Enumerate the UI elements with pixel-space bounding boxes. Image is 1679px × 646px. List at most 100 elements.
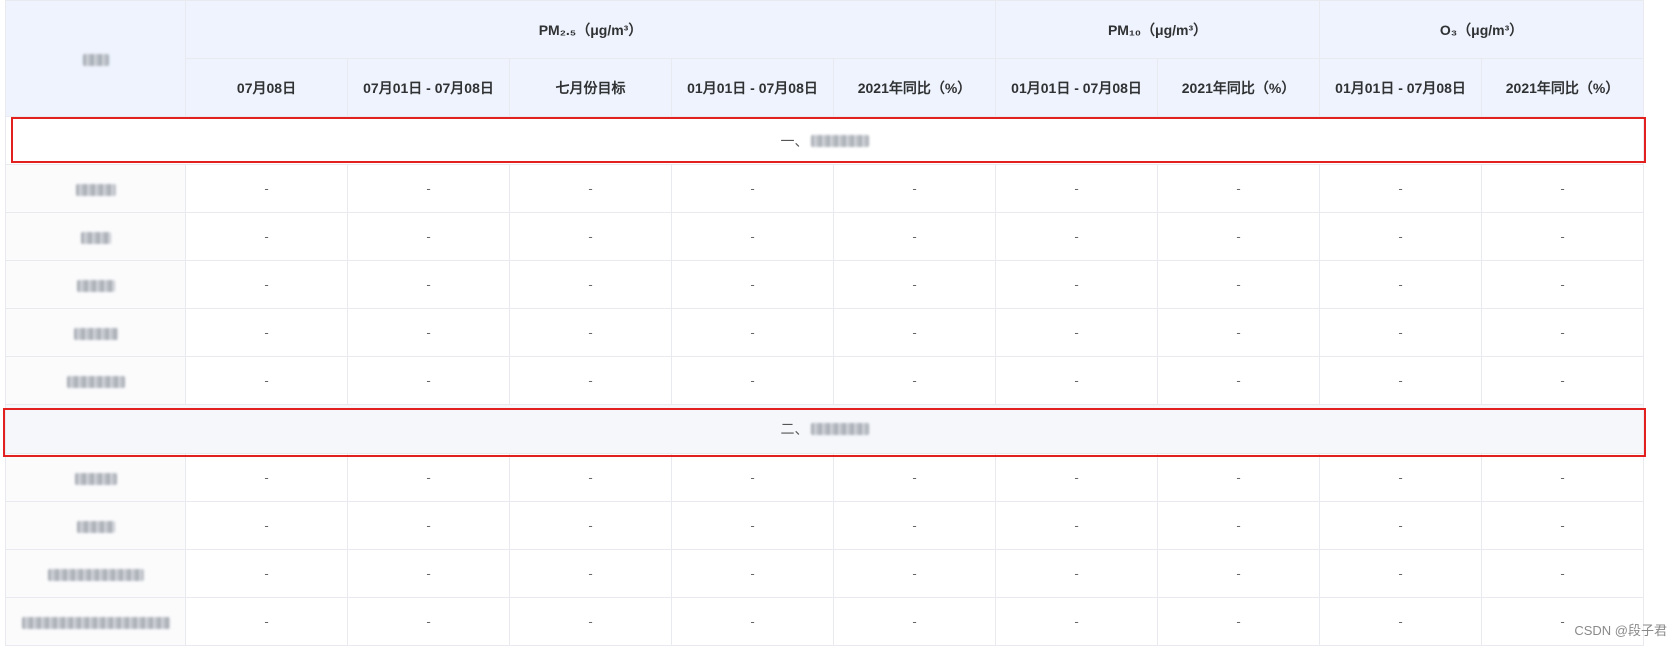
table-cell: - xyxy=(832,308,997,357)
table-cell: - xyxy=(995,549,1159,598)
blurred-row-name xyxy=(75,183,116,196)
table-cell: - xyxy=(1319,356,1483,405)
corner-header xyxy=(5,0,186,117)
table-cell: - xyxy=(832,501,997,550)
row-name-cell xyxy=(5,164,186,213)
table-cell: - xyxy=(185,356,348,405)
table-cell: - xyxy=(185,549,348,598)
table-body: 一、 - - - - - - - - - - - - - - - - - - - - - - - - - - - - - - - - - - - - - -… xyxy=(4,116,1645,646)
blurred-row-name xyxy=(21,616,170,629)
table-cell: - xyxy=(1319,501,1483,550)
table-cell: - xyxy=(1157,549,1321,598)
table-row: --------- xyxy=(5,308,1645,357)
table-cell: - xyxy=(1481,501,1645,550)
column-header: 2021年同比（%） xyxy=(1157,58,1321,117)
group-header-pm25: PM₂.₅（μg/m³） xyxy=(184,0,997,59)
column-header: 七月份目标 xyxy=(509,58,672,117)
table-cell: - xyxy=(995,308,1159,357)
table-cell: - xyxy=(671,356,834,405)
column-header: 2021年同比（%） xyxy=(1481,58,1645,117)
table-cell: - xyxy=(1481,308,1645,357)
table-cell: - xyxy=(671,164,834,213)
table-cell: - xyxy=(1157,501,1321,550)
air-quality-table: PM₂.₅（μg/m³） PM₁₀（μg/m³） O₃（μg/m³） 07月08… xyxy=(4,0,1645,646)
table-cell: - xyxy=(185,453,348,502)
column-header: 07月01日 - 07月08日 xyxy=(347,58,510,117)
row-name-cell xyxy=(5,549,186,598)
table-cell: - xyxy=(347,260,510,309)
table-cell: - xyxy=(832,597,997,646)
table-cell: - xyxy=(509,501,672,550)
table-cell: - xyxy=(832,549,997,598)
blurred-row-name xyxy=(76,279,115,292)
table-cell: - xyxy=(185,164,348,213)
table-cell: - xyxy=(671,260,834,309)
column-header: 01月01日 - 07月08日 xyxy=(671,58,834,117)
blurred-row-name xyxy=(47,568,144,581)
row-name-cell xyxy=(5,453,186,502)
table-cell: - xyxy=(1157,356,1321,405)
table-cell: - xyxy=(1481,356,1645,405)
table-cell: - xyxy=(671,597,834,646)
table-cell: - xyxy=(509,356,672,405)
table-cell: - xyxy=(995,501,1159,550)
table-cell: - xyxy=(671,549,834,598)
group-header-o3: O₃（μg/m³） xyxy=(1319,0,1645,59)
blurred-row-name xyxy=(74,472,117,485)
table-cell: - xyxy=(1481,212,1645,261)
table-cell: - xyxy=(347,356,510,405)
table-cell: - xyxy=(671,212,834,261)
table-cell: - xyxy=(995,212,1159,261)
table-cell: - xyxy=(509,212,672,261)
table-cell: - xyxy=(671,501,834,550)
table-cell: - xyxy=(1157,453,1321,502)
table-row: --------- xyxy=(5,597,1645,646)
table-cell: - xyxy=(347,549,510,598)
table-cell: - xyxy=(509,597,672,646)
blurred-row-name xyxy=(80,231,111,244)
table-cell: - xyxy=(832,212,997,261)
table-cell: - xyxy=(995,260,1159,309)
section-title: 二、 xyxy=(4,404,1645,454)
blurred-row-name xyxy=(76,520,115,533)
table-cell: - xyxy=(1319,164,1483,213)
section-prefix: 二、 xyxy=(780,421,809,437)
table-cell: - xyxy=(509,308,672,357)
table-cell: - xyxy=(509,453,672,502)
table-cell: - xyxy=(1319,453,1483,502)
table-cell: - xyxy=(1481,164,1645,213)
table-cell: - xyxy=(1157,212,1321,261)
section-prefix: 一、 xyxy=(780,132,809,149)
row-name-cell xyxy=(5,308,186,357)
table-row: --------- xyxy=(5,260,1645,309)
table-cell: - xyxy=(832,260,997,309)
row-name-cell xyxy=(5,501,186,550)
table-cell: - xyxy=(185,212,348,261)
section-row: 一、 xyxy=(4,116,1645,165)
table-cell: - xyxy=(347,501,510,550)
table-cell: - xyxy=(1481,549,1645,598)
table-cell: - xyxy=(509,549,672,598)
table-cell: - xyxy=(1157,260,1321,309)
table-cell: - xyxy=(1157,597,1321,646)
table-row: --------- xyxy=(5,212,1645,261)
watermark: CSDN @段子君 xyxy=(1574,623,1667,638)
table-cell: - xyxy=(832,453,997,502)
blurred-section-name xyxy=(810,423,869,435)
table-cell: - xyxy=(995,453,1159,502)
table-cell: - xyxy=(185,501,348,550)
table-cell: - xyxy=(1319,308,1483,357)
data-table-container: PM₂.₅（μg/m³） PM₁₀（μg/m³） O₃（μg/m³） 07月08… xyxy=(4,0,1645,646)
table-cell: - xyxy=(1319,549,1483,598)
column-header: 2021年同比（%） xyxy=(832,58,997,117)
column-header: 01月01日 - 07月08日 xyxy=(1319,58,1483,117)
table-cell: - xyxy=(347,212,510,261)
table-row: --------- xyxy=(5,501,1645,550)
table-cell: - xyxy=(509,260,672,309)
table-cell: - xyxy=(347,597,510,646)
section-title: 一、 xyxy=(4,116,1645,165)
column-header: 07月08日 xyxy=(185,58,348,117)
table-cell: - xyxy=(1319,212,1483,261)
table-cell: - xyxy=(185,260,348,309)
table-cell: - xyxy=(1157,308,1321,357)
